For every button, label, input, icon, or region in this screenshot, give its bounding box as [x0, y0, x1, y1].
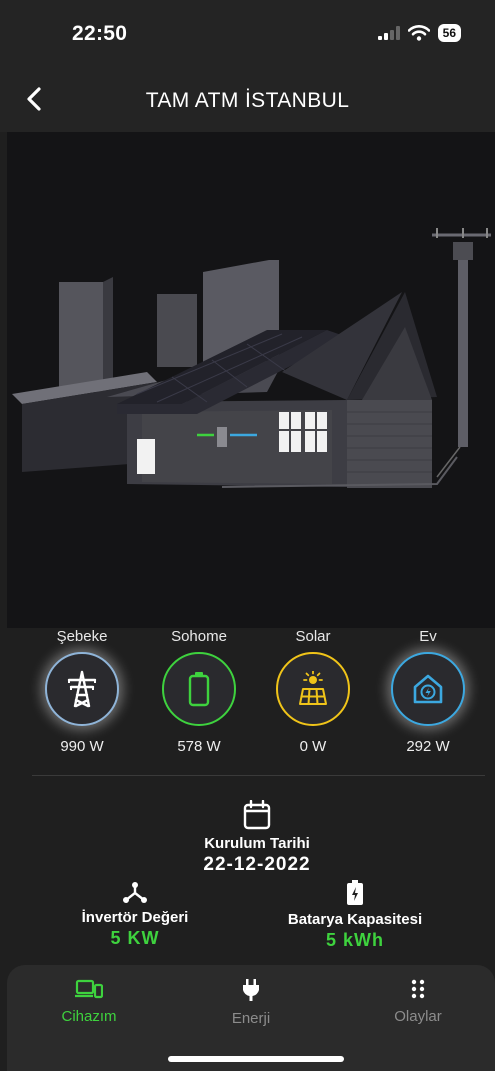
device-value: 578 W	[177, 738, 221, 755]
battery-capacity-block: Batarya Kapasitesi 5 kWh	[265, 880, 445, 951]
device-sohome[interactable]: Sohome 578 W	[139, 628, 259, 755]
devices-icon	[75, 979, 104, 999]
solar-panel-icon	[299, 671, 327, 705]
calendar-icon	[243, 799, 271, 830]
smart-home-icon	[413, 674, 443, 704]
device-solar[interactable]: Solar 0 W	[253, 628, 373, 755]
device-circle	[162, 652, 236, 726]
battery-icon: 56	[437, 24, 461, 42]
battery-capacity-value: 5 kWh	[325, 930, 384, 950]
plug-icon	[243, 979, 259, 1001]
device-sebeke[interactable]: Şebeke 990 W	[22, 628, 142, 755]
tab-label: Olaylar	[394, 1008, 442, 1025]
device-label: Şebeke	[56, 628, 108, 645]
tab-label: Enerji	[231, 1010, 271, 1027]
device-label: Ev	[419, 628, 437, 645]
install-date-block: Kurulum Tarihi 22-12-2022	[147, 799, 367, 876]
inverter-value: 5 KW	[110, 928, 160, 948]
device-ev[interactable]: Ev 292 W	[368, 628, 488, 755]
nav-bar: TAM ATM İSTANBUL	[0, 70, 495, 132]
battery-charging-icon	[347, 880, 363, 905]
dots-grid-icon	[411, 979, 425, 999]
inverter-block: İnvertör Değeri 5 KW	[55, 880, 215, 949]
status-time: 22:50	[72, 22, 128, 45]
device-circle	[45, 652, 119, 726]
tab-enerji[interactable]: Enerji	[191, 979, 311, 1027]
tab-label: Cihazım	[61, 1008, 117, 1025]
page-title: TAM ATM İSTANBUL	[145, 89, 350, 112]
power-tower-icon	[67, 670, 97, 708]
tab-cihazim[interactable]: Cihazım	[29, 979, 149, 1025]
inverter-network-icon	[123, 882, 147, 903]
device-value: 292 W	[406, 738, 450, 755]
battery-icon	[188, 672, 210, 707]
divider	[32, 775, 485, 776]
install-date-value: 22-12-2022	[203, 854, 311, 875]
device-energy-row: Şebeke 990 W Sohome 578 W Solar 0 W Ev 2…	[0, 628, 495, 778]
device-label: Sohome	[171, 628, 227, 645]
house-scene-illustration	[7, 132, 495, 628]
install-date-label: Kurulum Tarihi	[204, 835, 310, 852]
home-indicator[interactable]	[168, 1056, 344, 1062]
status-bar: 22:50 56	[0, 0, 495, 70]
device-circle	[391, 652, 465, 726]
device-value: 990 W	[60, 738, 104, 755]
tab-olaylar[interactable]: Olaylar	[358, 979, 478, 1025]
device-circle	[276, 652, 350, 726]
signal-icon	[377, 26, 400, 40]
battery-capacity-label: Batarya Kapasitesi	[287, 911, 423, 928]
device-value: 0 W	[299, 738, 327, 755]
inverter-label: İnvertör Değeri	[81, 909, 189, 926]
wifi-icon	[407, 25, 430, 41]
status-icons: 56	[377, 24, 461, 42]
device-label: Solar	[295, 628, 331, 645]
